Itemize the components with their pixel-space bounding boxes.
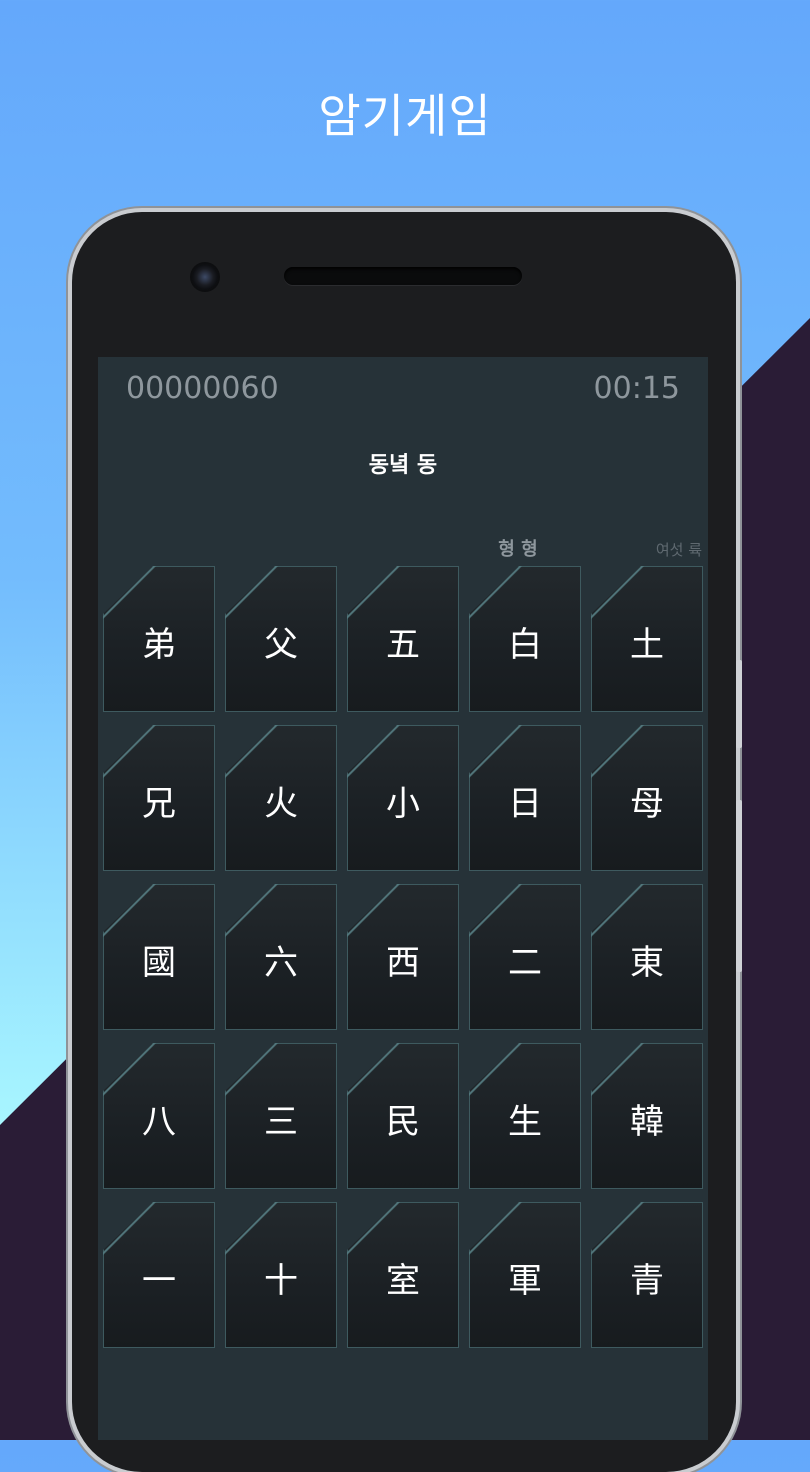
hanja-tile[interactable]: 韓 [591, 1043, 703, 1189]
hanja-character: 國 [142, 942, 176, 983]
hanja-character: 日 [508, 783, 542, 824]
hanja-tile[interactable]: 軍 [469, 1202, 581, 1348]
hanja-character: 二 [508, 942, 542, 983]
hanja-tile[interactable]: 日 [469, 725, 581, 871]
promo-title: 암기게임 [318, 89, 492, 143]
hanja-tile[interactable]: 小 [347, 725, 459, 871]
hanja-character: 軍 [508, 1260, 542, 1301]
hanja-character: 十 [264, 1260, 298, 1301]
score-counter: 00000060 [126, 371, 279, 406]
hanja-character: 白 [508, 624, 542, 665]
question-prompt: 동녘 동 [368, 453, 438, 478]
hanja-character: 父 [264, 624, 298, 665]
hanja-tile[interactable]: 西 [347, 884, 459, 1030]
hanja-tile[interactable]: 母 [591, 725, 703, 871]
hanja-tile[interactable]: 民 [347, 1043, 459, 1189]
hanja-character: 三 [264, 1101, 298, 1142]
hanja-tile[interactable]: 五 [347, 566, 459, 712]
hanja-character: 一 [142, 1260, 176, 1301]
volume-button [736, 800, 742, 972]
hanja-character: 青 [630, 1260, 664, 1301]
hanja-tile[interactable]: 室 [347, 1202, 459, 1348]
hanja-character: 東 [630, 942, 664, 983]
game-screen: 00000060 00:15 동녘 동 형 형 여섯 륙 弟 父 五 白 土兄 火 小 日 母國… [98, 357, 708, 1440]
hanja-tile[interactable]: 生 [469, 1043, 581, 1189]
hanja-character: 西 [386, 942, 420, 983]
hanja-tile[interactable]: 東 [591, 884, 703, 1030]
recent-answer-2: 여섯 륙 [655, 541, 702, 559]
recent-answer-1: 형 형 [498, 539, 538, 560]
hanja-tile[interactable]: 白 [469, 566, 581, 712]
hanja-character: 八 [142, 1101, 176, 1142]
hanja-tile[interactable]: 弟 [103, 566, 215, 712]
hanja-character: 生 [508, 1101, 542, 1142]
hanja-character: 室 [386, 1260, 420, 1301]
hanja-character: 五 [386, 624, 420, 665]
hanja-character: 韓 [630, 1101, 664, 1142]
hanja-tile[interactable]: 八 [103, 1043, 215, 1189]
hanja-character: 母 [630, 783, 664, 824]
hanja-character: 六 [264, 942, 298, 983]
camera-icon [192, 264, 218, 290]
timer-display: 00:15 [593, 371, 680, 406]
hanja-tile[interactable]: 火 [225, 725, 337, 871]
hanja-character: 小 [386, 783, 420, 824]
hanja-tile[interactable]: 兄 [103, 725, 215, 871]
hanja-character: 土 [630, 624, 664, 665]
selected-marker-icon [593, 884, 623, 912]
hanja-tile[interactable]: 國 [103, 884, 215, 1030]
hanja-character: 兄 [142, 783, 176, 824]
hanja-tile[interactable]: 土 [591, 566, 703, 712]
hanja-tile[interactable]: 青 [591, 1202, 703, 1348]
hanja-character: 民 [386, 1101, 420, 1142]
hanja-tile[interactable]: 三 [225, 1043, 337, 1189]
hanja-character: 弟 [142, 624, 176, 665]
hanja-tile[interactable]: 父 [225, 566, 337, 712]
hanja-tile[interactable]: 一 [103, 1202, 215, 1348]
hanja-tile[interactable]: 六 [225, 884, 337, 1030]
hanja-tile[interactable]: 十 [225, 1202, 337, 1348]
hanja-character: 火 [264, 783, 298, 824]
power-button [736, 660, 742, 748]
speaker-grille [284, 267, 522, 285]
hanja-tile[interactable]: 二 [469, 884, 581, 1030]
